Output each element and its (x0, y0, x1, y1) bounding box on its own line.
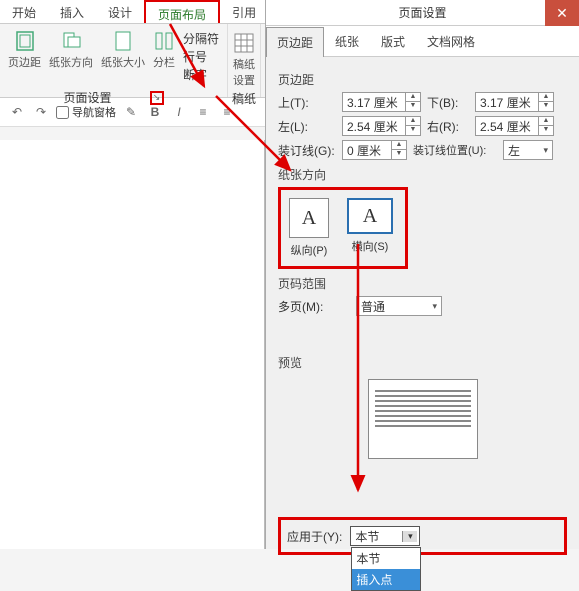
paper-size-button[interactable]: 纸张大小 (101, 30, 145, 83)
landscape-icon: A (347, 198, 393, 234)
left-margin-spinner[interactable]: ▲▼ (342, 116, 421, 136)
page-setup-dialog: 页面设置 ✕ 页边距 纸张 版式 文档网格 页边距 上(T): ▲▼ 下(B):… (265, 0, 579, 549)
gutter-pos-label: 装订线位置(U): (413, 142, 497, 158)
gutter-pos-select[interactable]: 左 (503, 140, 553, 160)
bottom-margin-label: 下(B): (427, 94, 469, 111)
preview-thumbnail (368, 379, 478, 459)
manuscript-button[interactable]: 稿纸 设置 (233, 26, 255, 88)
columns-button[interactable]: 分栏 (153, 30, 175, 83)
apply-to-select[interactable]: 本节 本节 插入点 (350, 526, 420, 546)
tab-references[interactable]: 引用 (220, 0, 268, 23)
page-range-label: 页码范围 (278, 275, 567, 292)
redo-button[interactable]: ↷ (32, 104, 50, 120)
hyphenation-button[interactable]: 断字 (183, 66, 219, 83)
left-margin-label: 左(L): (278, 118, 336, 135)
dlg-tab-layout[interactable]: 版式 (370, 26, 416, 56)
apply-to-label: 应用于(Y): (287, 528, 342, 545)
dialog-title: 页面设置 (398, 4, 446, 21)
dialog-titlebar: 页面设置 ✕ (266, 0, 579, 26)
manuscript-icon (233, 32, 255, 54)
dialog-tabs: 页边距 纸张 版式 文档网格 (266, 26, 579, 57)
paper-size-icon (112, 30, 134, 52)
italic-button[interactable]: I (170, 104, 188, 120)
portrait-icon: A (289, 198, 329, 238)
landscape-option[interactable]: A 横向(S) (347, 198, 393, 258)
apply-to-dropdown: 本节 插入点 (351, 547, 421, 591)
format-painter-button[interactable]: ✎ (122, 104, 140, 120)
pages-label: 多页(M): (278, 298, 336, 315)
dialog-close-button[interactable]: ✕ (545, 0, 579, 26)
bold-button[interactable]: B (146, 104, 164, 120)
line-numbers-button[interactable]: 行号 (183, 48, 219, 65)
group-page-setup: 页边距 纸张方向 纸张大小 分栏 分隔符 行号 断字 页面设置 ↘ (0, 24, 228, 97)
nav-pane-toggle[interactable]: 导航窗格 (56, 104, 116, 120)
dlg-tab-paper[interactable]: 纸张 (324, 26, 370, 56)
align-center-button[interactable]: ≡ (218, 104, 236, 120)
page-setup-dialog-launcher[interactable]: ↘ (150, 91, 164, 105)
tab-home[interactable]: 开始 (0, 0, 48, 23)
preview-label: 预览 (278, 354, 567, 371)
columns-icon (153, 30, 175, 52)
tab-design[interactable]: 设计 (96, 0, 144, 23)
bottom-margin-spinner[interactable]: ▲▼ (475, 92, 554, 112)
apply-option-this-section[interactable]: 本节 (352, 548, 420, 569)
orientation-icon (60, 30, 82, 52)
document-canvas[interactable] (0, 140, 265, 549)
top-margin-spinner[interactable]: ▲▼ (342, 92, 421, 112)
orientation-button[interactable]: 纸张方向 (49, 30, 93, 83)
gutter-label: 装订线(G): (278, 142, 336, 159)
portrait-option[interactable]: A 纵向(P) (289, 198, 329, 258)
right-margin-spinner[interactable]: ▲▼ (475, 116, 554, 136)
dlg-tab-grid[interactable]: 文档网格 (416, 26, 486, 56)
tab-page-layout[interactable]: 页面布局 (144, 0, 220, 23)
group-manuscript: 稿纸 设置 稿纸 (228, 24, 261, 97)
dlg-tab-margins[interactable]: 页边距 (266, 27, 324, 57)
orientation-group: A 纵向(P) A 横向(S) (278, 187, 408, 269)
align-left-button[interactable]: ≡ (194, 104, 212, 120)
gutter-spinner[interactable]: ▲▼ (342, 140, 407, 160)
margins-section-label: 页边距 (278, 71, 567, 88)
pages-select[interactable]: 普通 (356, 296, 442, 316)
breaks-button[interactable]: 分隔符 (183, 30, 219, 47)
margins-icon (14, 30, 36, 52)
right-margin-label: 右(R): (427, 118, 469, 135)
undo-button[interactable]: ↶ (8, 104, 26, 120)
tab-insert[interactable]: 插入 (48, 0, 96, 23)
orientation-section-label: 纸张方向 (278, 166, 567, 183)
top-margin-label: 上(T): (278, 94, 336, 111)
margins-button[interactable]: 页边距 (8, 30, 41, 83)
apply-option-insertion-point[interactable]: 插入点 (352, 569, 420, 590)
apply-to-row: 应用于(Y): 本节 本节 插入点 (278, 517, 567, 555)
